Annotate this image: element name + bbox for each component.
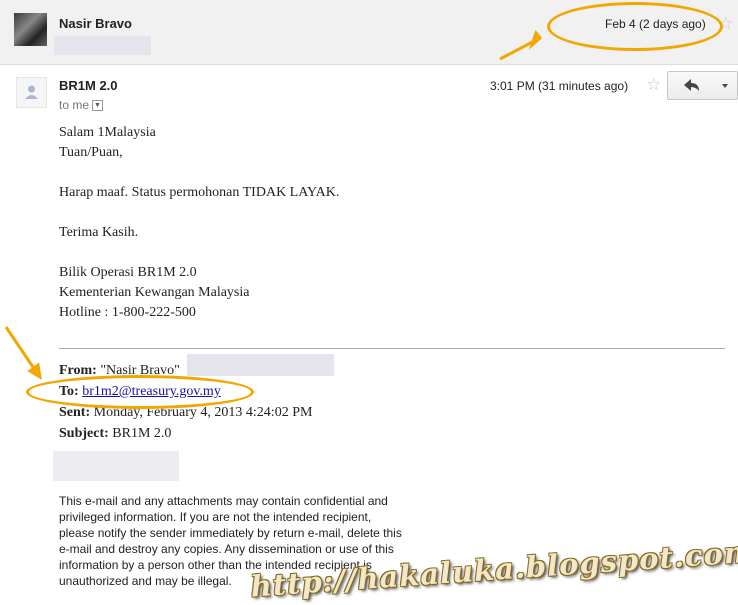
body-line: Tuan/Puan, <box>59 145 123 160</box>
quoted-subject: Subject: BR1M 2.0 <box>59 423 312 444</box>
dropdown-triangle-icon <box>722 84 728 88</box>
disclaimer-line: e-mail and destroy any copies. Any disse… <box>59 542 394 556</box>
subject-value: BR1M 2.0 <box>112 426 172 441</box>
recipient-line[interactable]: to me ▼ <box>59 98 104 112</box>
sent-label: Sent: <box>59 405 91 420</box>
star-icon[interactable]: ☆ <box>646 75 661 95</box>
reply-button[interactable] <box>667 71 715 100</box>
arrowhead-date <box>528 29 543 50</box>
person-icon <box>25 85 38 99</box>
subject-label: Subject: <box>59 426 109 441</box>
default-avatar <box>16 77 47 108</box>
redacted-signature <box>53 451 179 481</box>
message-body: Salam 1Malaysia Tuan/Puan, Harap maaf. S… <box>59 123 339 323</box>
quote-divider <box>59 348 725 349</box>
body-line: Bilik Operasi BR1M 2.0 <box>59 265 197 280</box>
reply-arrow-icon <box>684 79 699 91</box>
recipient-label: to me <box>59 98 90 112</box>
more-actions-button[interactable] <box>713 71 738 100</box>
body-line: Terima Kasih. <box>59 225 139 240</box>
disclaimer-line: This e-mail and any attachments may cont… <box>59 494 388 508</box>
disclaimer-line: please notify the sender immediately by … <box>59 526 402 540</box>
message-sender: BR1M 2.0 <box>59 78 118 93</box>
disclaimer-line: privileged information. If you are not t… <box>59 510 372 524</box>
body-line: Hotline : 1-800-222-500 <box>59 305 196 320</box>
arrow-to-recipient <box>4 326 39 374</box>
chevron-down-icon[interactable]: ▼ <box>92 100 104 112</box>
body-line: Harap maaf. Status permohonan TIDAK LAYA… <box>59 185 340 200</box>
body-line: Kementerian Kewangan Malaysia <box>59 285 250 300</box>
redacted-from-email <box>187 354 334 376</box>
body-line: Salam 1Malaysia <box>59 125 156 140</box>
highlight-oval-recipient <box>26 375 254 409</box>
message-time: 3:01 PM (31 minutes ago) <box>490 79 629 93</box>
